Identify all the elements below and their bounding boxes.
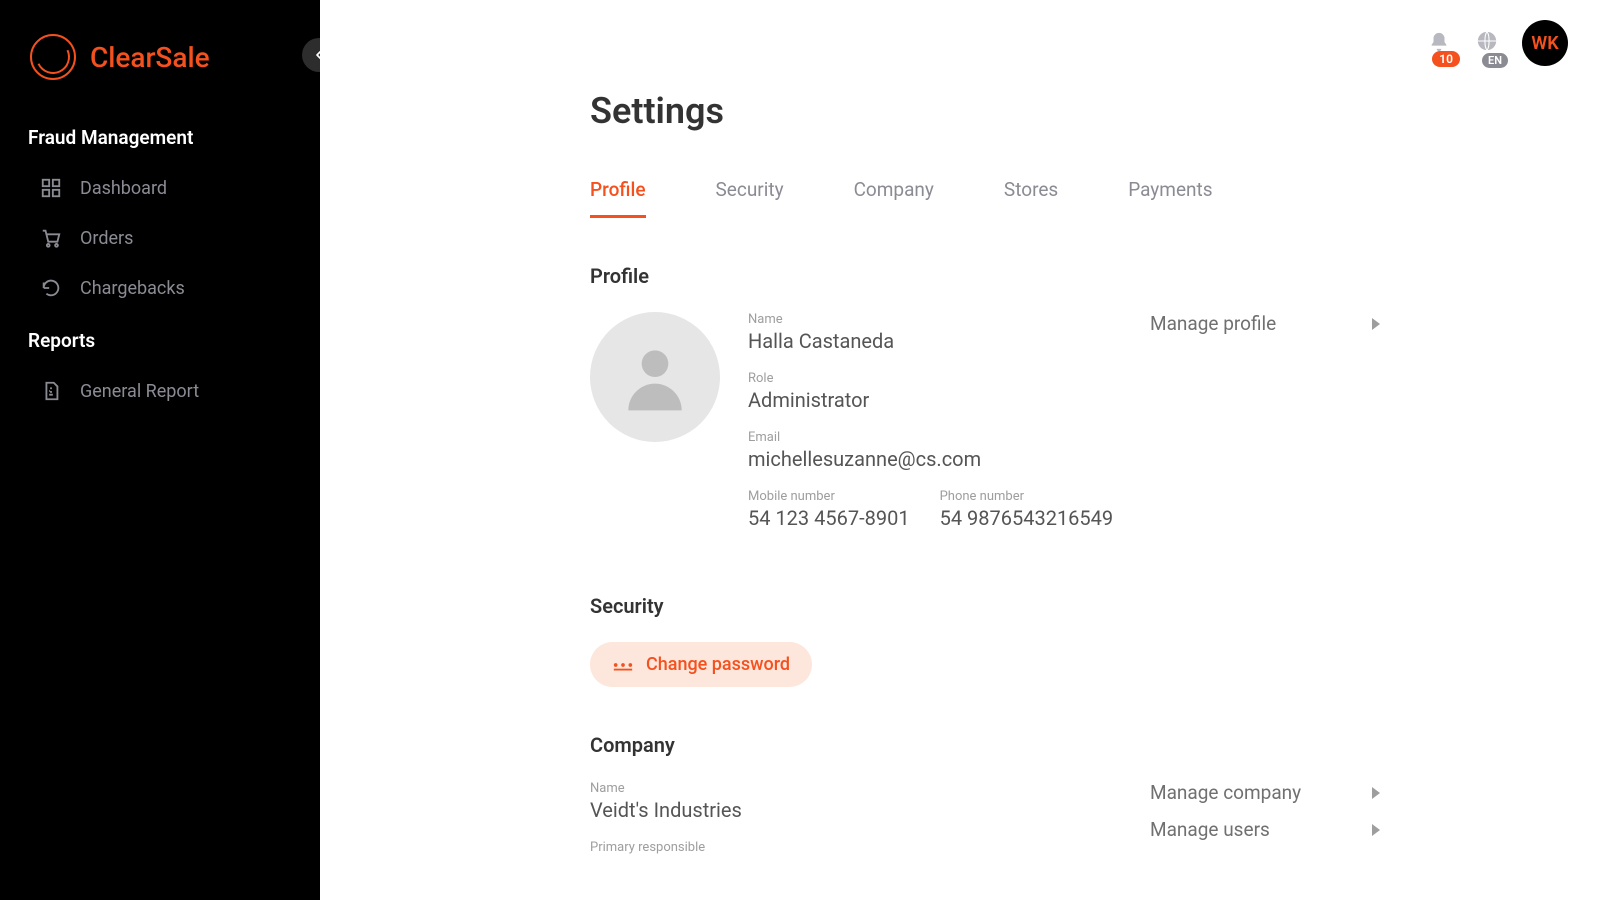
nav-section-fraud: Fraud Management [0, 110, 320, 163]
role-value: Administrator [748, 388, 1150, 412]
profile-avatar-placeholder[interactable] [590, 312, 720, 442]
tab-payments[interactable]: Payments [1128, 178, 1212, 218]
sidebar-item-label: Chargebacks [80, 278, 185, 299]
profile-section: Profile Name Halla Castaneda Role Admini… [590, 264, 1380, 548]
company-name-label: Name [590, 781, 1150, 796]
settings-tabs: Profile Security Company Stores Payments [590, 178, 1380, 218]
notifications-button[interactable]: 10 [1428, 31, 1452, 55]
tab-profile[interactable]: Profile [590, 178, 646, 218]
caret-right-icon [1372, 824, 1380, 836]
report-icon [40, 380, 62, 402]
role-label: Role [748, 371, 1150, 386]
company-section-title: Company [590, 733, 1380, 757]
manage-company-label: Manage company [1150, 781, 1301, 804]
name-value: Halla Castaneda [748, 329, 1150, 353]
language-badge: EN [1482, 53, 1508, 68]
person-icon [615, 337, 695, 417]
brand-logo-icon [30, 34, 76, 80]
dashboard-icon [40, 177, 62, 199]
language-selector[interactable]: EN [1476, 30, 1498, 56]
sidebar-item-orders[interactable]: Orders [0, 213, 320, 263]
tab-stores[interactable]: Stores [1004, 178, 1058, 218]
tab-company[interactable]: Company [854, 178, 934, 218]
sidebar-item-general-report[interactable]: General Report [0, 366, 320, 416]
cart-icon [40, 227, 62, 249]
caret-right-icon [1372, 787, 1380, 799]
profile-section-title: Profile [590, 264, 1380, 288]
page-title: Settings [590, 90, 1380, 132]
caret-right-icon [1372, 318, 1380, 330]
user-avatar[interactable]: WK [1522, 20, 1568, 66]
phone-value: 54 9876543216549 [940, 506, 1114, 530]
brand-name: ClearSale [90, 41, 210, 74]
manage-profile-label: Manage profile [1150, 312, 1276, 335]
phone-label: Phone number [940, 489, 1114, 504]
change-password-button[interactable]: Change password [590, 642, 812, 687]
name-label: Name [748, 312, 1150, 327]
sidebar-item-chargebacks[interactable]: Chargebacks [0, 263, 320, 313]
tab-security[interactable]: Security [716, 178, 784, 218]
manage-company-link[interactable]: Manage company [1150, 781, 1380, 804]
manage-profile-link[interactable]: Manage profile [1150, 312, 1380, 335]
change-password-label: Change password [646, 654, 790, 675]
company-name-value: Veidt's Industries [590, 798, 1150, 822]
sidebar: ClearSale Fraud Management Dashboard Ord… [0, 0, 320, 900]
security-section: Security Change password [590, 594, 1380, 687]
company-section: Company Name Veidt's Industries Primary … [590, 733, 1380, 873]
email-value: michellesuzanne@cs.com [748, 447, 1150, 471]
security-section-title: Security [590, 594, 1380, 618]
topbar: 10 EN WK [1428, 20, 1568, 66]
sidebar-item-label: Orders [80, 228, 133, 249]
mobile-value: 54 123 4567-8901 [748, 506, 910, 530]
sidebar-item-label: Dashboard [80, 178, 167, 199]
manage-users-label: Manage users [1150, 818, 1270, 841]
sidebar-item-label: General Report [80, 381, 199, 402]
refresh-icon [40, 277, 62, 299]
avatar-initials: WK [1531, 33, 1558, 54]
main-area: 10 EN WK Settings Profile Security Compa… [320, 0, 1600, 900]
sidebar-item-dashboard[interactable]: Dashboard [0, 163, 320, 213]
brand[interactable]: ClearSale [0, 0, 320, 110]
mobile-label: Mobile number [748, 489, 910, 504]
notification-badge: 10 [1432, 51, 1460, 67]
email-label: Email [748, 430, 1150, 445]
password-icon [612, 656, 634, 674]
manage-users-link[interactable]: Manage users [1150, 818, 1380, 841]
company-primary-label: Primary responsible [590, 840, 1150, 855]
nav-section-reports: Reports [0, 313, 320, 366]
